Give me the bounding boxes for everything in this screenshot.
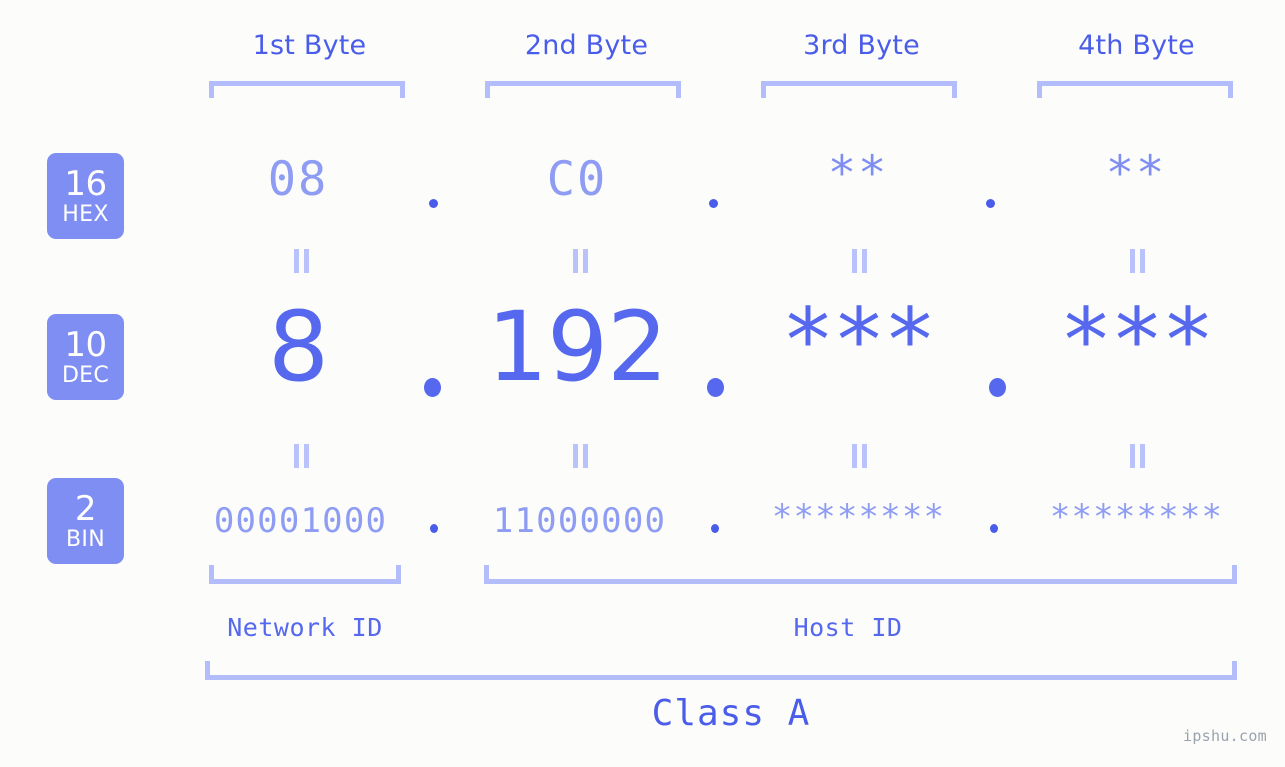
hex-separator-dot-2 <box>709 199 718 208</box>
equals-dec-bin-4 <box>1128 444 1147 468</box>
base-badge-bin-abbr: BIN <box>66 526 105 552</box>
dec-byte-4: *** <box>1059 289 1215 392</box>
hex-byte-1: 08 <box>267 152 329 207</box>
base-badge-bin: 2 BIN <box>47 478 124 564</box>
bin-separator-dot-1 <box>430 524 438 533</box>
bin-byte-2: 11000000 <box>492 501 667 541</box>
dec-byte-3: *** <box>781 289 937 392</box>
byte-bracket-2 <box>485 81 681 98</box>
byte-header-3: 3rd Byte <box>803 30 920 61</box>
dec-byte-2: 192 <box>486 291 668 403</box>
base-badge-hex-number: 16 <box>64 163 107 204</box>
hex-separator-dot-3 <box>986 199 995 208</box>
equals-hex-dec-2 <box>571 249 590 273</box>
base-badge-dec-abbr: DEC <box>61 362 110 388</box>
equals-dec-bin-1 <box>292 444 311 468</box>
base-badge-hex: 16 HEX <box>47 153 124 239</box>
dec-byte-1: 8 <box>267 291 329 403</box>
hex-byte-4: ** <box>1105 146 1167 201</box>
equals-hex-dec-1 <box>292 249 311 273</box>
byte-bracket-1 <box>209 81 405 98</box>
dec-separator-dot-2 <box>707 378 724 397</box>
base-badge-dec: 10 DEC <box>47 314 124 400</box>
byte-header-1: 1st Byte <box>252 30 367 61</box>
hex-byte-3: ** <box>827 146 889 201</box>
equals-hex-dec-3 <box>850 249 869 273</box>
base-badge-hex-abbr: HEX <box>62 201 109 227</box>
equals-dec-bin-2 <box>571 444 590 468</box>
hex-separator-dot-1 <box>429 199 438 208</box>
dec-separator-dot-1 <box>424 378 441 397</box>
network-id-bracket <box>209 565 401 584</box>
host-id-bracket <box>484 565 1237 584</box>
watermark: ipshu.com <box>1183 727 1267 745</box>
host-id-label: Host ID <box>793 613 903 642</box>
bin-byte-4: ******** <box>1049 497 1224 537</box>
network-id-label: Network ID <box>227 613 383 642</box>
class-bracket <box>205 661 1237 680</box>
base-badge-dec-number: 10 <box>64 324 107 365</box>
bin-byte-1: 00001000 <box>213 501 388 541</box>
hex-byte-2: C0 <box>546 152 608 207</box>
byte-bracket-4 <box>1037 81 1233 98</box>
bin-byte-3: ******** <box>771 497 946 537</box>
base-badge-bin-number: 2 <box>74 488 97 529</box>
bin-separator-dot-2 <box>711 524 719 533</box>
ip-breakdown-diagram: 1st Byte 2nd Byte 3rd Byte 4th Byte 16 H… <box>0 0 1285 767</box>
byte-header-4: 4th Byte <box>1078 30 1195 61</box>
dec-separator-dot-3 <box>989 378 1006 397</box>
equals-hex-dec-4 <box>1128 249 1147 273</box>
byte-bracket-3 <box>761 81 957 98</box>
equals-dec-bin-3 <box>850 444 869 468</box>
class-label: Class A <box>651 693 811 734</box>
byte-header-2: 2nd Byte <box>524 30 649 61</box>
bin-separator-dot-3 <box>990 524 998 533</box>
